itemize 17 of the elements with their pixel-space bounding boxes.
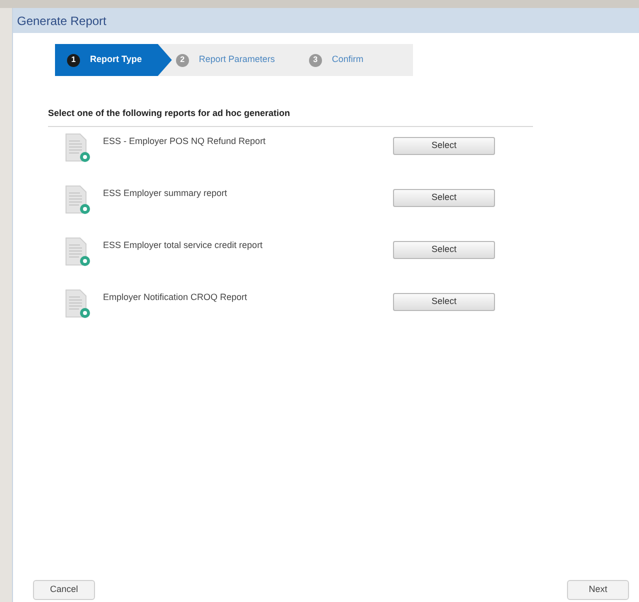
report-name: ESS Employer total service credit report bbox=[103, 239, 264, 252]
next-button[interactable]: Next bbox=[567, 580, 629, 600]
report-name: Employer Notification CROQ Report bbox=[103, 291, 248, 304]
instruction-heading: Select one of the following reports for ad hoc generation bbox=[48, 108, 290, 118]
document-add-icon bbox=[65, 185, 91, 215]
select-button[interactable]: Select bbox=[393, 293, 495, 311]
document-add-icon bbox=[65, 289, 91, 319]
report-name: ESS Employer summary report bbox=[103, 187, 228, 200]
select-button[interactable]: Select bbox=[393, 241, 495, 259]
report-name: ESS - Employer POS NQ Refund Report bbox=[103, 135, 267, 148]
select-button[interactable]: Select bbox=[393, 189, 495, 207]
select-button[interactable]: Select bbox=[393, 137, 495, 155]
wizard-step[interactable]: 1 Report Type bbox=[55, 44, 172, 76]
cancel-button[interactable]: Cancel bbox=[33, 580, 95, 600]
document-add-icon bbox=[65, 237, 91, 267]
document-add-icon bbox=[65, 133, 91, 163]
window-title: Generate Report bbox=[17, 12, 106, 30]
